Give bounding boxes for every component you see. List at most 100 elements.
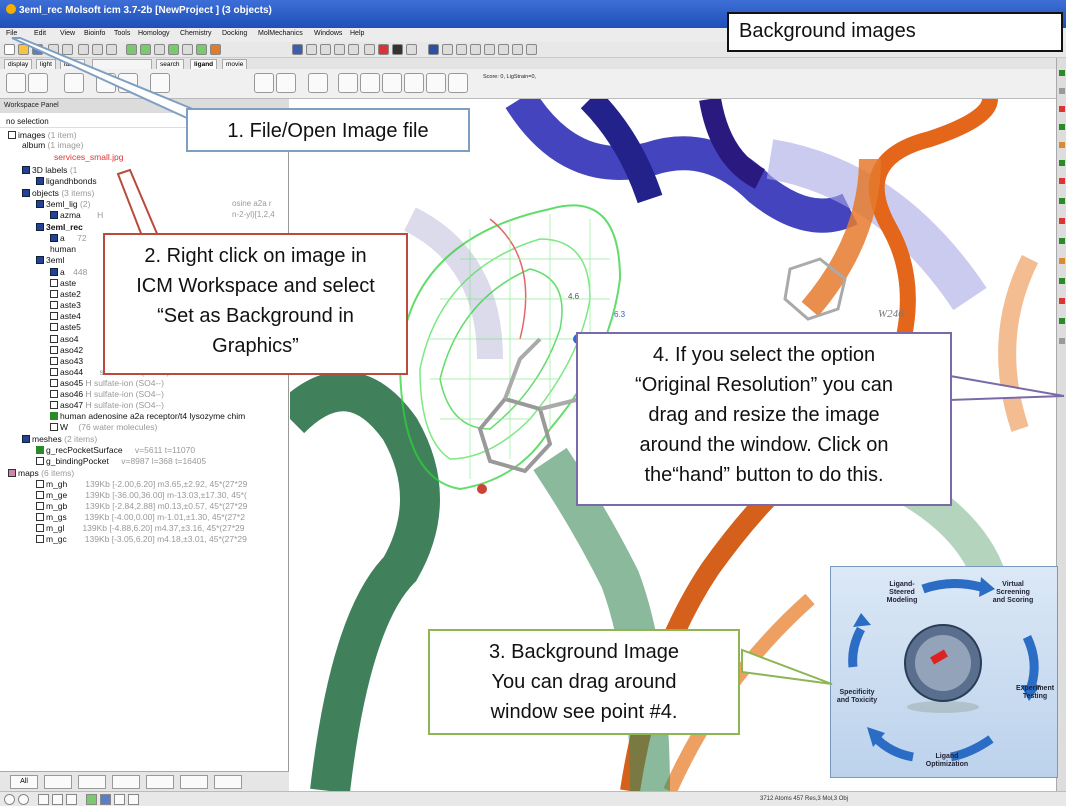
center-icon[interactable] — [92, 44, 103, 55]
tree-item-3eml[interactable]: 3eml — [36, 255, 64, 265]
status-icon-3[interactable] — [38, 794, 49, 805]
side-tool-1-icon[interactable] — [1059, 70, 1065, 76]
menu-windows[interactable]: Windows — [314, 30, 342, 37]
tree-item-meshes[interactable]: meshes (2 items) — [22, 434, 97, 444]
filter-all-button[interactable]: All — [10, 775, 38, 789]
tree-item-aso45[interactable]: aso45 H sulfate-ion (SO4--) — [50, 378, 164, 388]
pin3-icon[interactable] — [470, 44, 481, 55]
seq-icon[interactable] — [306, 44, 317, 55]
tree-item-aste5[interactable]: aste5 — [50, 322, 81, 332]
tree-item-3eml-rec[interactable]: 3eml_rec — [36, 222, 83, 232]
tree-item-water[interactable]: W (76 water molecules) — [50, 422, 157, 432]
tree-item-m-ge[interactable]: m_ge 139Kb [-36.00,36.00] m-13.03,±17.30,… — [36, 490, 247, 500]
status-icon-1[interactable] — [4, 794, 15, 805]
sphere-icon[interactable] — [378, 44, 389, 55]
tree-item-bindingpocket[interactable]: g_bindingPocket v=8987 l=368 t=16405 — [36, 456, 206, 466]
tree-item-aso47[interactable]: aso47 H sulfate-ion (SO4--) — [50, 400, 164, 410]
pin6-icon[interactable] — [512, 44, 523, 55]
ligand-tool-15-icon[interactable] — [448, 73, 468, 93]
tree-item-azma[interactable]: azma H — [50, 210, 103, 220]
menu-view[interactable]: View — [60, 30, 75, 37]
rotate-icon[interactable] — [106, 44, 117, 55]
ligand-tool-6-icon[interactable] — [150, 73, 170, 93]
pdb-icon[interactable] — [292, 44, 303, 55]
tab-movie[interactable]: movie — [222, 59, 248, 69]
side-tool-15-icon[interactable] — [1059, 338, 1065, 344]
filter-images-button[interactable] — [44, 775, 72, 789]
checkbox-icon[interactable] — [50, 279, 58, 287]
flask-icon[interactable] — [182, 44, 193, 55]
mesh-checked-icon[interactable] — [36, 446, 44, 454]
checkbox-icon[interactable] — [36, 480, 44, 488]
status-icon-2[interactable] — [18, 794, 29, 805]
tree-item-m-gc[interactable]: m_gc 139Kb [-3.05,6.20] m4.18,±3.01, 45*(… — [36, 534, 247, 544]
tree-item-aso46[interactable]: aso46 H sulfate-ion (SO4--) — [50, 389, 164, 399]
tree-item-aste4[interactable]: aste4 — [50, 311, 81, 321]
checkbox-icon[interactable] — [36, 535, 44, 543]
tree-item-services-image[interactable]: services_small.jpg — [54, 152, 123, 162]
ligand-tool-13-icon[interactable] — [404, 73, 424, 93]
checkbox-icon[interactable] — [50, 357, 58, 365]
grid-icon[interactable] — [210, 44, 221, 55]
open-icon[interactable] — [18, 44, 29, 55]
tree-item-human-adenosine[interactable]: human adenosine a2a receptor/t4 lysozyme… — [50, 411, 245, 421]
ball-icon[interactable] — [392, 44, 403, 55]
filter-plots-button[interactable] — [214, 775, 242, 789]
ligand-tool-11-icon[interactable] — [360, 73, 380, 93]
ligand-tool-8-icon[interactable] — [276, 73, 296, 93]
side-tool-14-icon[interactable] — [1059, 318, 1065, 324]
ligand-tool-14-icon[interactable] — [426, 73, 446, 93]
tree-item-a[interactable]: a 72 — [50, 233, 87, 243]
tree-item-aso4[interactable]: aso4 — [50, 334, 78, 344]
menu-edit[interactable]: Edit — [34, 30, 46, 37]
undo-icon[interactable] — [62, 44, 73, 55]
plus-icon[interactable] — [154, 44, 165, 55]
side-tool-3-icon[interactable] — [1059, 106, 1065, 112]
filter-objects-button[interactable] — [78, 775, 106, 789]
chem-icon[interactable] — [320, 44, 331, 55]
molecule-icon[interactable] — [126, 44, 137, 55]
checkbox-icon[interactable] — [50, 312, 58, 320]
checkbox-icon[interactable] — [50, 323, 58, 331]
status-icon-6[interactable] — [86, 794, 97, 805]
ligand-tool-3-icon[interactable] — [64, 73, 84, 93]
side-tool-9-icon[interactable] — [1059, 218, 1065, 224]
pin4-icon[interactable] — [484, 44, 495, 55]
tab-labels[interactable]: labels — [60, 59, 85, 69]
tab-ligand[interactable]: ligand — [190, 59, 218, 69]
pin1-icon[interactable] — [442, 44, 453, 55]
tree-item-aso43[interactable]: aso43 — [50, 356, 83, 366]
checkbox-icon[interactable] — [50, 368, 58, 376]
align-icon[interactable] — [428, 44, 439, 55]
side-tool-4-icon[interactable] — [1059, 124, 1065, 130]
pin5-icon[interactable] — [498, 44, 509, 55]
pin2-icon[interactable] — [456, 44, 467, 55]
print-icon[interactable] — [48, 44, 59, 55]
side-tool-6-icon[interactable] — [1059, 160, 1065, 166]
checkbox-icon[interactable] — [36, 491, 44, 499]
checkbox-icon[interactable] — [36, 502, 44, 510]
checkbox-icon[interactable] — [50, 423, 58, 431]
bond-icon[interactable] — [168, 44, 179, 55]
ligand-tool-10-icon[interactable] — [338, 73, 358, 93]
checkbox-icon[interactable] — [50, 335, 58, 343]
filter-chem-button[interactable] — [146, 775, 174, 789]
tree-item-m-gl[interactable]: m_gl 139Kb [-4.88,6.20] m4.37,±3.16, 45*(… — [36, 523, 244, 533]
ligand-tool-9-icon[interactable] — [308, 73, 328, 93]
checkbox-icon[interactable] — [50, 290, 58, 298]
menu-docking[interactable]: Docking — [222, 30, 247, 37]
tree-item-a-448[interactable]: a 448 — [50, 267, 87, 277]
side-tool-8-icon[interactable] — [1059, 198, 1065, 204]
select-icon[interactable] — [140, 44, 151, 55]
checkbox-icon[interactable] — [50, 390, 58, 398]
menu-help[interactable]: Help — [350, 30, 364, 37]
status-icon-9[interactable] — [128, 794, 139, 805]
tab-light[interactable]: light — [36, 59, 56, 69]
tree-item-m-gh[interactable]: m_gh 139Kb [-2.00,6.20] m3.65,±2.92, 45*(… — [36, 479, 247, 489]
tree-item-3eml-lig[interactable]: 3eml_lig (2) — [36, 199, 90, 209]
save-icon[interactable] — [32, 44, 43, 55]
plot-icon[interactable] — [364, 44, 375, 55]
tab-hidden[interactable] — [92, 59, 152, 69]
checkbox-icon[interactable] — [50, 401, 58, 409]
tree-item-album[interactable]: album (1 image) — [22, 140, 83, 150]
